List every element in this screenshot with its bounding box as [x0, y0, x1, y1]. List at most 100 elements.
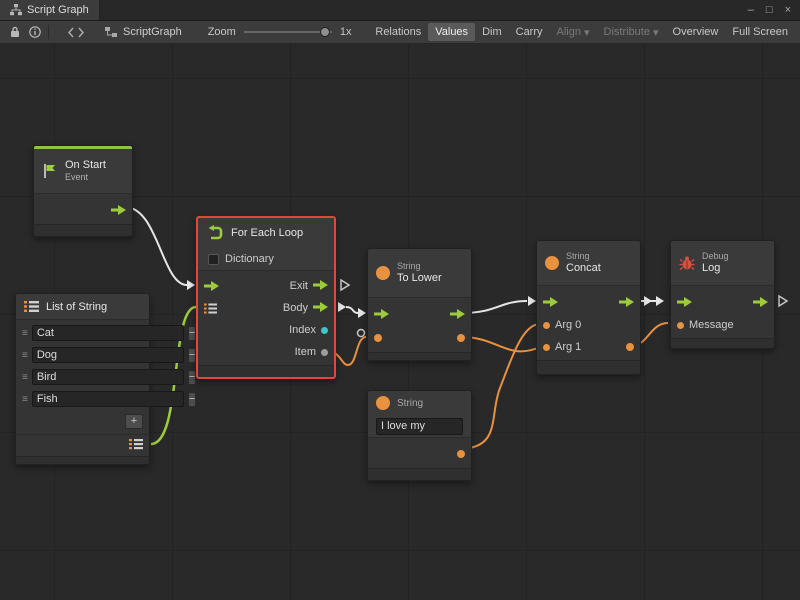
arg1-label: Arg 1 [555, 341, 581, 353]
list-item-input[interactable] [32, 325, 184, 341]
graph-icon [10, 4, 22, 16]
body-port-label: Body [283, 302, 308, 314]
values-button[interactable]: Values [428, 23, 475, 41]
list-item-row: ≡ − [16, 388, 149, 410]
result-output-port[interactable] [626, 343, 634, 351]
body-output-port[interactable] [313, 302, 328, 315]
control-input-port[interactable] [374, 309, 389, 319]
drag-handle-icon[interactable]: ≡ [22, 394, 28, 405]
flow-arrow-icon [313, 302, 328, 312]
string-type-icon [376, 266, 390, 280]
control-output-port[interactable] [111, 205, 126, 215]
overview-button[interactable]: Overview [666, 23, 726, 41]
flow-arrow-icon [619, 297, 634, 307]
collection-input-port[interactable] [204, 303, 217, 314]
control-output-port[interactable] [450, 309, 465, 319]
tab-title: Script Graph [27, 4, 89, 16]
flow-arrow-icon [753, 297, 768, 307]
list-icon [129, 438, 143, 450]
lock-icon [9, 26, 21, 38]
node-for-each-loop[interactable]: For Each Loop Dictionary Exit [196, 216, 336, 379]
full-screen-button[interactable]: Full Screen [725, 23, 795, 41]
node-on-start[interactable]: On Start Event [33, 145, 133, 237]
close-button[interactable]: × [785, 4, 791, 16]
control-output-port[interactable] [753, 297, 768, 307]
node-category: String [566, 251, 601, 262]
node-to-lower[interactable]: String To Lower [367, 248, 472, 361]
node-footer [34, 224, 132, 236]
zoom-slider[interactable] [244, 26, 332, 38]
list-item-row: ≡ − [16, 344, 149, 366]
control-output-port[interactable] [619, 297, 634, 307]
zoom-value: 1x [340, 26, 352, 38]
carry-button[interactable]: Carry [509, 23, 550, 41]
message-input-port[interactable] [677, 322, 684, 329]
align-dropdown[interactable]: Align ▾ [550, 23, 597, 42]
drag-handle-icon[interactable]: ≡ [22, 350, 28, 361]
exit-output-port[interactable] [313, 280, 328, 293]
node-footer [671, 338, 774, 348]
node-string-literal[interactable]: String [367, 390, 472, 481]
result-output-port[interactable] [457, 334, 465, 342]
toolbar-buttons: Relations Values Dim Carry Align ▾ Distr… [368, 23, 795, 42]
drag-handle-icon[interactable]: ≡ [22, 372, 28, 383]
node-list-of-string[interactable]: List of String ≡ − ≡ − ≡ − ≡ − + [15, 293, 150, 465]
node-concat[interactable]: String Concat Arg 0 [536, 240, 641, 375]
message-label: Message [689, 319, 734, 331]
graph-toolbar: ScriptGraph Zoom 1x Relations Values Dim… [0, 21, 800, 44]
item-output-port[interactable] [321, 349, 328, 356]
code-brackets-icon [68, 27, 84, 38]
string-value-input[interactable] [376, 418, 463, 435]
remove-item-button[interactable]: − [188, 392, 196, 407]
flag-icon [42, 163, 58, 179]
zoom-slider-track[interactable] [244, 31, 332, 33]
list-item-input[interactable] [32, 369, 184, 385]
list-item-input[interactable] [32, 347, 184, 363]
list-item-input[interactable] [32, 391, 184, 407]
drag-handle-icon[interactable]: ≡ [22, 328, 28, 339]
node-title: Concat [566, 262, 601, 275]
list-item-row: ≡ − [16, 322, 149, 344]
dictionary-checkbox[interactable] [208, 254, 219, 265]
distribute-dropdown[interactable]: Distribute ▾ [597, 23, 666, 42]
relations-button[interactable]: Relations [368, 23, 428, 41]
node-title: Log [702, 262, 729, 275]
node-category: Debug [702, 251, 729, 262]
maximize-button[interactable]: □ [766, 4, 773, 16]
flow-arrow-icon [450, 309, 465, 319]
node-footer [16, 456, 149, 464]
node-title: For Each Loop [231, 227, 303, 239]
arg1-input-port[interactable] [543, 344, 550, 351]
flow-arrow-icon [313, 280, 328, 290]
breadcrumb-label: ScriptGraph [123, 26, 182, 38]
tab-script-graph[interactable]: Script Graph [0, 0, 100, 20]
node-footer [368, 468, 471, 480]
exit-port-label: Exit [290, 280, 308, 292]
dim-button[interactable]: Dim [475, 23, 509, 41]
index-output-port[interactable] [321, 327, 328, 334]
control-input-port[interactable] [204, 281, 219, 291]
control-input-port[interactable] [543, 297, 558, 307]
code-view-button[interactable] [66, 23, 86, 41]
info-icon [29, 26, 41, 38]
string-input-port[interactable] [374, 334, 382, 342]
minimize-button[interactable]: – [748, 4, 754, 16]
string-type-icon [545, 256, 559, 270]
inspect-button[interactable] [25, 23, 45, 41]
flow-arrow-icon [111, 205, 126, 215]
list-icon [204, 303, 217, 314]
add-item-button[interactable]: + [125, 414, 143, 429]
index-port-label: Index [289, 324, 316, 336]
list-output-port[interactable] [129, 438, 143, 453]
arg0-input-port[interactable] [543, 322, 550, 329]
node-log[interactable]: Debug Log Message [670, 240, 775, 349]
lock-button[interactable] [5, 23, 25, 41]
zoom-slider-knob[interactable] [320, 27, 330, 37]
string-output-port[interactable] [457, 450, 465, 458]
node-footer [537, 360, 640, 374]
arg0-label: Arg 0 [555, 319, 581, 331]
breadcrumb-script-graph[interactable]: ScriptGraph [104, 26, 182, 38]
control-input-port[interactable] [677, 297, 692, 307]
zoom-control: Zoom 1x [208, 26, 352, 38]
window-titlebar: Script Graph – □ × [0, 0, 800, 21]
